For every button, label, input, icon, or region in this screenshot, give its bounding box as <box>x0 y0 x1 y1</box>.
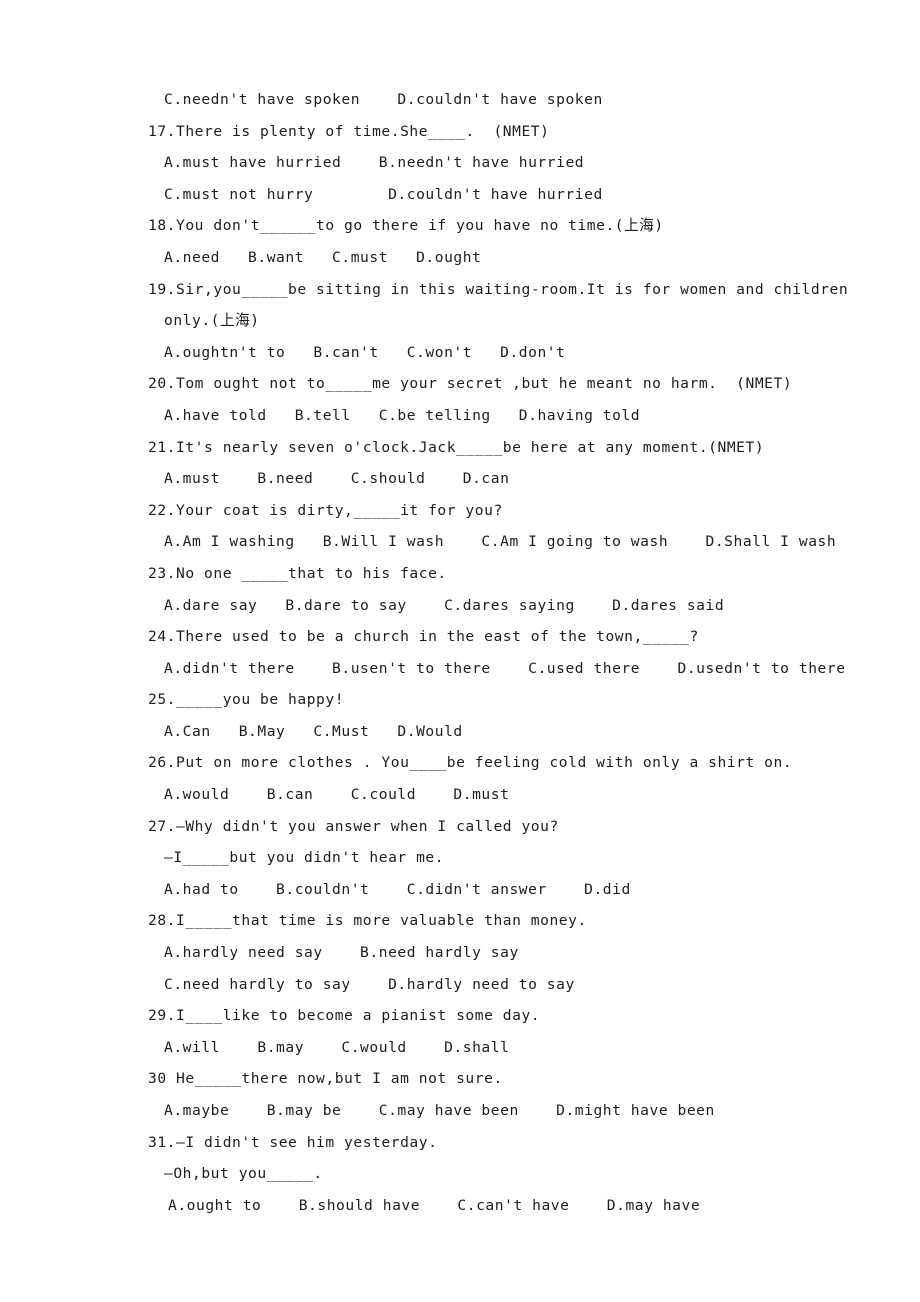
question-continuation-line: —Oh,but you_____. <box>164 1165 323 1183</box>
question-line: 25._____you be happy! <box>148 691 345 709</box>
question-line: 30 He_____there now,but I am not sure. <box>148 1070 503 1088</box>
worksheet-text-body: C.needn't have spoken D.couldn't have sp… <box>148 84 849 1221</box>
answer-options-line: A.would B.can C.could D.must <box>164 786 510 804</box>
answer-options-line: A.have told B.tell C.be telling D.having… <box>164 406 641 424</box>
answer-options-line: C.need hardly to say D.hardly need to sa… <box>164 975 575 993</box>
answer-options-line: C.must not hurry D.couldn't have hurried <box>164 185 603 203</box>
answer-options-line: A.oughtn't to B.can't C.won't D.don't <box>164 343 566 361</box>
answer-options-line: A.Am I washing B.Will I wash C.Am I goin… <box>164 533 837 551</box>
answer-options-line: A.must have hurried B.needn't have hurri… <box>164 154 585 172</box>
answer-options-line: A.didn't there B.usen't to there C.used … <box>164 659 846 677</box>
question-continuation-line: only.(上海) <box>164 312 260 330</box>
answer-options-line: A.must B.need C.should D.can <box>164 470 510 488</box>
question-line: 26.Put on more clothes . You____be feeli… <box>148 754 793 772</box>
question-line: 17.There is plenty of time.She____. (NME… <box>148 122 550 140</box>
question-continuation-line: —I_____but you didn't hear me. <box>164 849 445 867</box>
question-line: 23.No one _____that to his face. <box>148 564 447 582</box>
answer-options-line: A.maybe B.may be C.may have been D.might… <box>164 1102 715 1119</box>
answer-options-line: A.dare say B.dare to say C.dares saying … <box>164 596 725 614</box>
answer-options-line: A.had to B.couldn't C.didn't answer D.di… <box>164 880 631 898</box>
document-page: C.needn't have spoken D.couldn't have sp… <box>0 0 920 1302</box>
question-line: 31.—I didn't see him yesterday. <box>148 1133 438 1151</box>
question-line: 20.Tom ought not to_____me your secret ,… <box>148 375 793 393</box>
question-line: 22.Your coat is dirty,_____it for you? <box>148 501 503 519</box>
answer-options-line: A.Can B.May C.Must D.Would <box>164 722 463 740</box>
answer-options-line: A.need B.want C.must D.ought <box>164 248 482 266</box>
question-line: 27.—Why didn't you answer when I called … <box>148 817 559 835</box>
question-line: 21.It's nearly seven o'clock.Jack_____be… <box>148 438 765 456</box>
question-line: 19.Sir,you_____be sitting in this waitin… <box>148 280 849 298</box>
question-line: 28.I_____that time is more valuable than… <box>148 912 587 930</box>
answer-options-line: A.ought to B.should have C.can't have D.… <box>168 1196 701 1214</box>
question-line: 18.You don't______to go there if you hav… <box>148 217 664 235</box>
answer-options-line: A.hardly need say B.need hardly say <box>164 944 519 962</box>
answer-options-line: C.needn't have spoken D.couldn't have sp… <box>164 91 603 108</box>
question-line: 24.There used to be a church in the east… <box>148 628 699 646</box>
question-line: 29.I____like to become a pianist some da… <box>148 1007 541 1025</box>
answer-options-line: A.will B.may C.would D.shall <box>164 1038 510 1056</box>
